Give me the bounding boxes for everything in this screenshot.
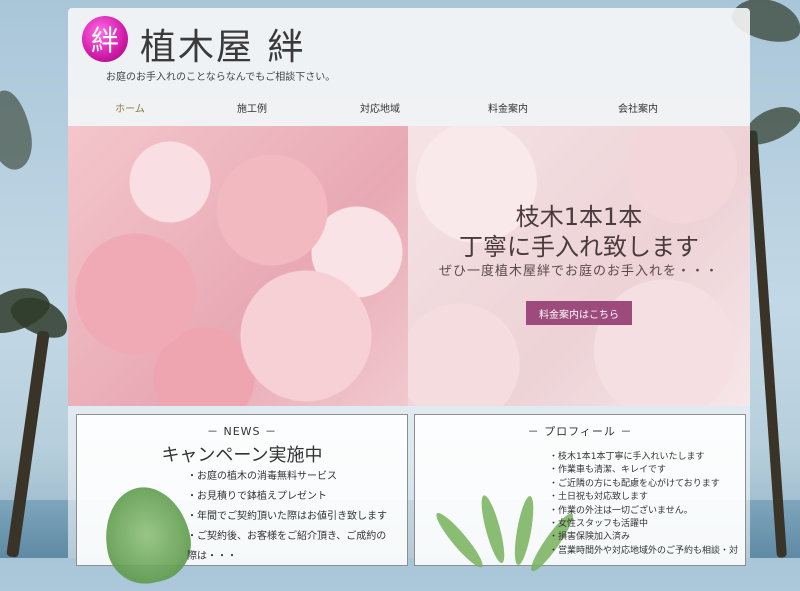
list-item: ・作業車も清潔、キレイです xyxy=(549,465,667,476)
list-item: ・作業の外注は一切ございません。 xyxy=(549,505,693,516)
hero-heading-line1: 枝木1本1本 xyxy=(515,203,643,231)
news-panel: － NEWS － キャンペーン実施中 ・お庭の植木の消毒無料サービス ・お見積り… xyxy=(76,414,408,591)
logo-icon[interactable]: 絆 xyxy=(82,16,128,62)
list-item: ・ご契約後、お客様をご紹介頂き、ご成約の xyxy=(187,531,387,542)
profile-panel: － プロフィール － ・枝木1本1本丁寧に手入れいたします ・作業車も清潔、キレ… xyxy=(414,414,746,576)
nav-item-pricing[interactable]: 料金案内 xyxy=(448,100,568,115)
main-nav: ホーム 施工例 対応地域 料金案内 会社案内 xyxy=(68,100,750,120)
profile-label: － プロフィール － xyxy=(527,425,633,438)
background-palm-left xyxy=(0,0,75,558)
background-palm-right xyxy=(728,0,800,558)
list-item: ・女性スタッフも活躍中 xyxy=(549,519,649,530)
pricing-button[interactable]: 料金案内はこちら xyxy=(526,301,632,325)
site-header: 絆 植木屋 絆 お庭のお手入れのことならなんでもご相談下さい。 ホーム 施工例 … xyxy=(68,8,750,126)
leaf-illustration xyxy=(95,479,199,591)
news-heading: キャンペーン実施中 xyxy=(161,445,323,466)
info-panels: － NEWS － キャンペーン実施中 ・お庭の植木の消毒無料サービス ・お見積り… xyxy=(68,406,750,591)
list-item: ・ご近隣の方にも配慮を心がけております xyxy=(549,478,720,489)
nav-item-works[interactable]: 施工例 xyxy=(192,100,312,115)
list-item: ・年間でご契約頂いた際はお値引き致します xyxy=(187,511,387,522)
hero-flower-image-left xyxy=(68,126,408,406)
list-item: ・枝木1本1本丁寧に手入れいたします xyxy=(549,452,705,462)
news-label: － NEWS － xyxy=(206,425,278,438)
profile-list: ・枝木1本1本丁寧に手入れいたします ・作業車も清潔、キレイです ・ご近隣の方に… xyxy=(549,451,738,558)
list-item: 際は・・・ xyxy=(187,551,237,562)
list-item: ・お庭の植木の消毒無料サービス xyxy=(187,471,337,482)
page-container: 絆 植木屋 絆 お庭のお手入れのことならなんでもご相談下さい。 ホーム 施工例 … xyxy=(68,8,750,591)
site-tagline: お庭のお手入れのことならなんでもご相談下さい。 xyxy=(106,72,336,83)
hero-heading-line2: 丁寧に手入れ致します xyxy=(459,233,699,261)
hero-subheading: ぜひ一度植木屋絆でお庭のお手入れを・・・ xyxy=(438,264,719,279)
site-title[interactable]: 植木屋 絆 xyxy=(140,18,305,70)
list-item: ・営業時間外や対応地域外のご予約も相談・対 xyxy=(549,545,739,556)
hero-heading: 枝木1本1本 丁寧に手入れ致します xyxy=(408,202,750,262)
list-item: ・土日祝も対応致します xyxy=(549,492,649,503)
list-item: ・損害保険加入済み xyxy=(549,532,631,543)
nav-item-home[interactable]: ホーム xyxy=(70,100,190,115)
list-item: ・お見積りで鉢植えプレゼント xyxy=(187,491,327,502)
nav-item-company[interactable]: 会社案内 xyxy=(578,100,698,115)
news-list: ・お庭の植木の消毒無料サービス ・お見積りで鉢植えプレゼント ・年間でご契約頂い… xyxy=(187,467,387,567)
nav-item-service-area[interactable]: 対応地域 xyxy=(320,100,440,115)
